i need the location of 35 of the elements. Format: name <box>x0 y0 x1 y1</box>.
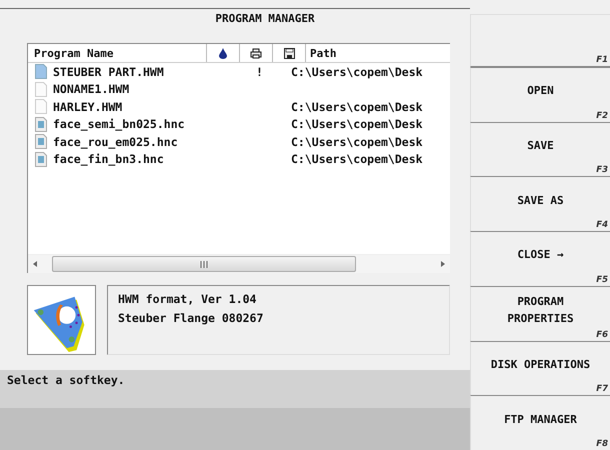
program-name[interactable]: NONAME1.HWM <box>53 82 130 96</box>
scroll-thumb[interactable] <box>52 256 356 272</box>
program-name[interactable]: face_fin_bn3.hnc <box>53 152 164 166</box>
program-name[interactable]: face_rou_em025.hnc <box>53 134 178 149</box>
printer-icon <box>250 48 262 58</box>
softkey[interactable]: SAVE AS F4 <box>470 176 610 232</box>
window-title: PROGRAM MANAGER <box>214 11 316 27</box>
program-path: C:\Users\copem\Desk <box>291 152 423 166</box>
file-icon <box>35 82 47 97</box>
program-name[interactable]: STEUBER PART.HWM <box>53 64 164 79</box>
softkey[interactable]: CLOSE → F5 <box>470 231 610 286</box>
program-path: C:\Users\copem\Desk <box>291 64 423 79</box>
file-icon <box>35 64 47 80</box>
softkey[interactable]: SAVE F3 <box>470 122 610 176</box>
info-line: Steuber Flange 080267 <box>118 310 264 327</box>
modified-mark-label: ! <box>256 64 263 79</box>
file-icon <box>35 99 47 114</box>
softkey[interactable]: DISK OPERATIONS F7 <box>470 340 610 396</box>
softkey[interactable]: PROGRAM PROPERTIES F6 <box>470 286 610 341</box>
program-name[interactable]: HARLEY.HWM <box>53 100 122 114</box>
file-icon <box>35 116 47 132</box>
softkey[interactable]: F1 <box>470 14 610 67</box>
program-path: C:\Users\copem\Desk <box>291 117 423 132</box>
file-icon <box>35 152 47 167</box>
softkey[interactable]: OPEN F2 <box>470 66 610 122</box>
column-header[interactable]: Program Name <box>28 44 207 62</box>
file-icon <box>35 134 47 150</box>
program-path: C:\Users\copem\Desk <box>291 100 423 114</box>
status-message: Select a softkey. <box>0 370 470 408</box>
program-path: C:\Users\copem\Desk <box>291 134 423 149</box>
softkey[interactable]: FTP MANAGER F8 <box>470 395 610 450</box>
drop-icon <box>219 48 227 58</box>
info-line: HWM format, Ver 1.04 <box>118 291 258 308</box>
program-name[interactable]: face_semi_bn025.hnc <box>53 117 185 132</box>
column-header[interactable]: Path <box>306 46 336 60</box>
